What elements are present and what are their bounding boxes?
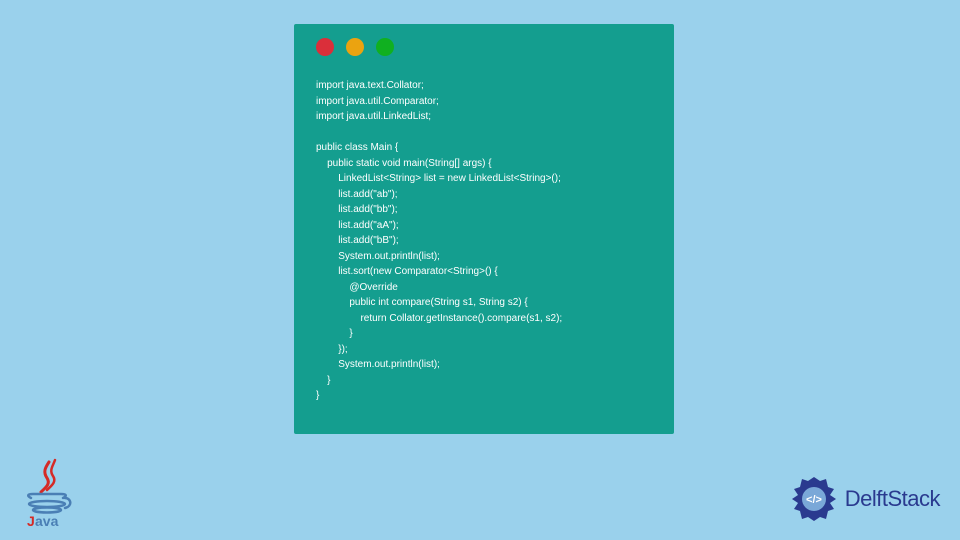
- java-logo-text: ava: [35, 513, 59, 529]
- java-logo: J ava: [18, 458, 80, 530]
- code-window: import java.text.Collator; import java.u…: [294, 24, 674, 434]
- svg-text:J: J: [27, 513, 35, 529]
- minimize-icon: [346, 38, 364, 56]
- svg-text:</>: </>: [806, 494, 822, 506]
- close-icon: [316, 38, 334, 56]
- delftstack-icon: </>: [789, 474, 839, 524]
- code-block: import java.text.Collator; import java.u…: [316, 78, 656, 404]
- delftstack-logo: </> DelftStack: [789, 474, 940, 524]
- delftstack-label: DelftStack: [845, 486, 940, 512]
- window-controls: [316, 38, 656, 56]
- maximize-icon: [376, 38, 394, 56]
